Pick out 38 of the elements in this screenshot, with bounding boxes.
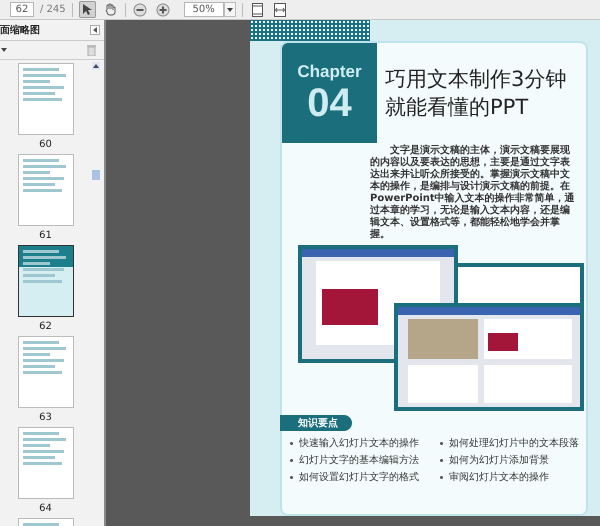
zoom-dropdown-button[interactable] bbox=[224, 2, 236, 17]
page-number-label: 61 bbox=[39, 230, 52, 241]
caret-icon bbox=[226, 8, 233, 12]
panel-title: 面缩略图 bbox=[0, 24, 40, 37]
page-count: / 245 bbox=[40, 4, 66, 15]
page-thumbnail[interactable] bbox=[18, 154, 74, 226]
page-number-field[interactable]: 62 bbox=[10, 2, 34, 17]
zoom-out-button[interactable] bbox=[132, 1, 149, 18]
key-point: 如何处理幻灯片中的文本段落 bbox=[440, 436, 582, 450]
key-point: 如何设置幻灯片文字的格式 bbox=[290, 470, 440, 484]
page-number-label: 60 bbox=[39, 139, 52, 150]
section-heading: 知识要点 bbox=[280, 415, 352, 431]
page-thumbnail[interactable] bbox=[18, 427, 74, 499]
key-point: 幻灯片文字的基本编辑方法 bbox=[290, 453, 440, 467]
chapter-title: 就能看懂的PPT bbox=[385, 94, 530, 121]
page-thumbnail[interactable] bbox=[18, 63, 74, 135]
collapse-panel-button[interactable] bbox=[90, 25, 100, 35]
fit-width-button[interactable] bbox=[272, 1, 289, 18]
scroll-up-icon[interactable] bbox=[92, 62, 100, 70]
page-number-label: 63 bbox=[39, 412, 52, 423]
chapter-title: 巧用文本制作3分钟 bbox=[385, 66, 566, 93]
scrollbar-thumb[interactable] bbox=[92, 170, 100, 180]
chapter-number: 04 bbox=[307, 82, 352, 124]
key-point: 如何为幻灯片添加背景 bbox=[440, 453, 582, 467]
key-point: 快速输入幻灯片文本的操作 bbox=[290, 436, 440, 450]
options-caret-icon[interactable] bbox=[0, 46, 8, 54]
zoom-field[interactable]: 50% bbox=[184, 2, 224, 17]
chapter-label: Chapter bbox=[297, 62, 362, 82]
select-tool-button[interactable] bbox=[78, 1, 96, 18]
page-thumbnail[interactable] bbox=[18, 336, 74, 408]
intro-paragraph: 文字是演示文稿的主体，演示文稿要展现的内容以及要表达的思想，主要是通过文字表达出来并让听众所接受的。掌握演示文稿中文本的操作，是编排与设计演示文稿的前提。在PowerPoint中输入文本的操作非常简单，通过本章的学习，无论是输入文本内容，还是编辑文本、设置格式等，都能轻松地学会并掌握。 bbox=[370, 145, 576, 241]
page-number-label: 62 bbox=[39, 321, 52, 332]
hand-icon bbox=[104, 3, 117, 16]
key-point: 审阅幻灯片文本的操作 bbox=[440, 470, 582, 484]
page-number-label: 64 bbox=[39, 503, 52, 514]
zoom-in-button[interactable] bbox=[154, 1, 172, 18]
pointer-icon bbox=[82, 3, 93, 16]
page-thumbnail[interactable] bbox=[18, 245, 74, 317]
